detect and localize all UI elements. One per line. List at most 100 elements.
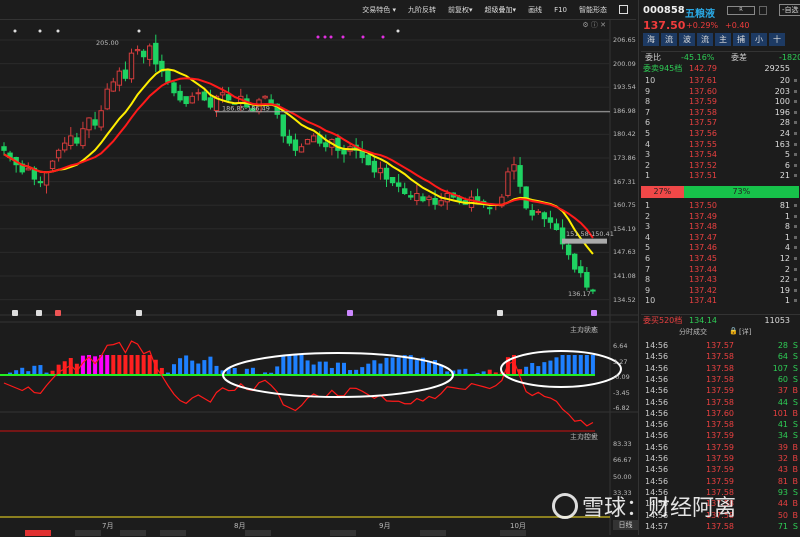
bottom-tab[interactable] xyxy=(330,530,356,536)
axis-tick: 206.65 xyxy=(613,36,636,44)
ind1-controls-icon[interactable]: ⊙ⓘ✕ xyxy=(578,325,608,335)
indicator-tab[interactable]: 海 xyxy=(643,33,659,46)
candle xyxy=(281,115,285,136)
layout-toggle-icon[interactable] xyxy=(619,5,628,14)
candle xyxy=(63,143,67,150)
indicator-tab[interactable]: 十 xyxy=(769,33,785,46)
trade-time: 14:56 xyxy=(645,385,668,396)
bottom-tab[interactable] xyxy=(120,530,146,536)
r-button[interactable]: R xyxy=(727,6,755,15)
candle xyxy=(554,224,558,230)
bottom-tab[interactable] xyxy=(160,530,186,536)
price: 137.56 xyxy=(689,128,717,139)
candle xyxy=(148,46,152,59)
marker-icon xyxy=(794,174,797,177)
toolbar-adjust[interactable]: 前复权▾ xyxy=(448,5,473,15)
candle xyxy=(269,100,273,104)
trade-volume: 93 xyxy=(778,487,788,498)
last-price: 137.50 xyxy=(643,19,685,32)
ind2-controls-icon[interactable]: ⊙ⓘ✕ xyxy=(578,432,608,442)
level: 2 xyxy=(645,160,650,171)
toolbar-overlay[interactable]: 超级叠加▾ xyxy=(485,5,517,15)
asks-row: 10137.6120 xyxy=(641,75,800,86)
volume: 28 xyxy=(780,117,790,128)
toolbar-nine-reversal[interactable]: 九阶反转 xyxy=(408,5,436,15)
asks-row: 3137.545 xyxy=(641,149,800,160)
level: 3 xyxy=(645,221,650,232)
axis-tick: -6.82 xyxy=(613,404,630,412)
indicator-bar xyxy=(184,355,188,375)
toolbar-draw[interactable]: 画线 xyxy=(528,5,542,15)
volume: 1 xyxy=(785,295,790,306)
signal-dot xyxy=(382,36,385,39)
alert-icon[interactable] xyxy=(759,6,767,15)
marker-icon xyxy=(794,143,797,146)
candle xyxy=(172,83,176,93)
indicator-bar xyxy=(312,365,316,375)
level: 5 xyxy=(645,242,650,253)
price-change: +0.40 xyxy=(725,21,750,30)
price: 137.41 xyxy=(689,295,717,306)
axis-tick: 167.31 xyxy=(613,178,636,186)
volume: 12 xyxy=(780,253,790,264)
price: 137.52 xyxy=(689,160,717,171)
indicator-tab[interactable]: 主 xyxy=(715,33,731,46)
pct-change: +0.29% xyxy=(686,21,718,30)
indicator-tab[interactable]: 捕 xyxy=(733,33,749,46)
marker-icon xyxy=(794,100,797,103)
trade-time: 14:57 xyxy=(645,521,668,532)
volume: 24 xyxy=(780,128,790,139)
indicator-bar xyxy=(136,355,140,375)
toolbar-trade-features[interactable]: 交易特色 ▾ xyxy=(362,5,396,15)
price-annotation: 136.17 xyxy=(568,290,591,298)
marker-icon xyxy=(794,289,797,292)
indicator-tab[interactable]: 流 xyxy=(697,33,713,46)
chart-canvas[interactable]: 205.00186.85-186.49151.58-150.41136.17 xyxy=(0,20,638,535)
indicator-tab[interactable]: 波 xyxy=(679,33,695,46)
trade-side: S xyxy=(793,340,798,351)
candle xyxy=(99,111,103,127)
trades-detail-link[interactable]: [详] xyxy=(739,327,751,337)
indicator-bar xyxy=(123,355,127,375)
bottom-tab[interactable] xyxy=(75,530,101,536)
candle xyxy=(75,138,79,143)
bottom-tab[interactable] xyxy=(500,530,526,536)
indicator-bar xyxy=(360,367,364,375)
axis-tick: 180.42 xyxy=(613,130,636,138)
indicator-bar xyxy=(148,355,152,375)
trade-row: 14:56137.5860S xyxy=(641,374,800,385)
candle xyxy=(506,172,510,196)
trade-volume: 107 xyxy=(773,363,788,374)
asks-row: 5137.5624 xyxy=(641,128,800,139)
lock-icon[interactable]: 🔒 xyxy=(729,327,738,335)
candle xyxy=(69,136,73,146)
trade-volume: 60 xyxy=(778,374,788,385)
buy-total-price: 134.14 xyxy=(689,315,717,326)
trade-time: 14:56 xyxy=(645,374,668,385)
indicator-tab[interactable]: 小 xyxy=(751,33,767,46)
toolbar-smart-pattern[interactable]: 智能形态 xyxy=(579,5,607,15)
level: 4 xyxy=(645,139,650,150)
price: 137.45 xyxy=(689,253,717,264)
candle xyxy=(305,140,309,144)
kline-chart[interactable]: 205.00186.85-186.49151.58-150.41136.17 ⚙… xyxy=(0,20,638,535)
bottom-tab[interactable] xyxy=(420,530,446,536)
candle xyxy=(427,197,431,199)
candle xyxy=(105,89,109,109)
chart-settings-icon[interactable]: ⚙ ⓘ ✕ xyxy=(582,20,606,30)
level: 6 xyxy=(645,117,650,128)
indicator-tab[interactable]: 流 xyxy=(661,33,677,46)
indicator-bar xyxy=(573,355,577,375)
candle xyxy=(433,198,437,204)
indicator-bar xyxy=(542,362,546,375)
indicator-bar xyxy=(330,368,334,375)
bottom-tab-active[interactable] xyxy=(25,530,51,536)
add-watchlist-button[interactable]: -自选 xyxy=(779,4,800,16)
bottom-tab[interactable] xyxy=(245,530,271,536)
marker-icon xyxy=(794,299,797,302)
candle xyxy=(415,193,419,200)
weibi-value: -45.16% xyxy=(681,52,714,63)
toolbar-f10[interactable]: F10 xyxy=(554,6,567,14)
buy-total-vol: 11053 xyxy=(765,315,790,326)
trade-side: B xyxy=(793,476,799,487)
